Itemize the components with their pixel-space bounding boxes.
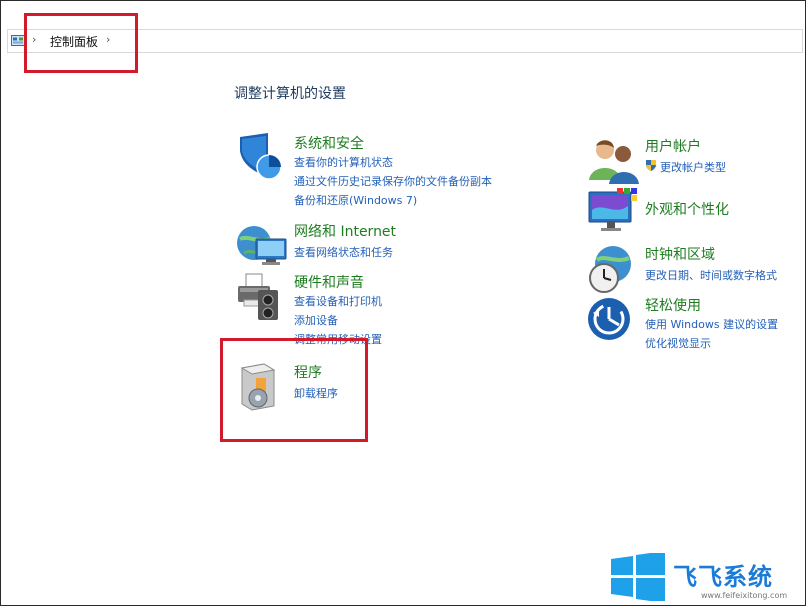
category-link[interactable]: 查看你的计算机状态 <box>294 154 393 170</box>
category-link[interactable]: 备份和还原(Windows 7) <box>294 192 417 208</box>
category-link[interactable]: 更改帐户类型 <box>660 159 726 175</box>
category-link[interactable]: 通过文件历史记录保存你的文件备份副本 <box>294 173 492 189</box>
display-palette-icon <box>588 188 637 231</box>
category-title[interactable]: 网络和 Internet <box>294 221 396 241</box>
category-title[interactable]: 系统和安全 <box>294 133 364 153</box>
shield-icon <box>240 133 282 180</box>
ease-of-access-icon <box>588 298 630 340</box>
windows-logo-icon <box>611 553 665 601</box>
category-link[interactable]: 更改日期、时间或数字格式 <box>645 267 777 283</box>
users-icon <box>589 140 639 184</box>
watermark: 飞飞系统 www.feifeixitong.com <box>609 549 805 605</box>
category-title[interactable]: 外观和个性化 <box>645 199 729 219</box>
category-title[interactable]: 轻松使用 <box>645 295 701 315</box>
category-link[interactable]: 优化视觉显示 <box>645 335 711 351</box>
category-title[interactable]: 时钟和区域 <box>645 244 715 264</box>
control-panel-icon <box>11 35 25 46</box>
highlight-box-programs <box>220 338 368 442</box>
category-title[interactable]: 硬件和声音 <box>294 272 364 292</box>
watermark-brand: 飞飞系统 <box>673 563 773 591</box>
printer-icon <box>238 273 278 320</box>
category-link[interactable]: 使用 Windows 建议的设置 <box>645 316 778 332</box>
category-title[interactable]: 用户帐户 <box>645 136 701 156</box>
category-link[interactable]: 查看网络状态和任务 <box>294 244 393 260</box>
globe-network-icon <box>237 226 287 265</box>
category-link[interactable]: 添加设备 <box>294 312 338 328</box>
clock-globe-icon <box>589 246 631 293</box>
watermark-url: www.feifeixitong.com <box>701 591 788 600</box>
highlight-box-breadcrumb <box>24 13 138 73</box>
category-link[interactable]: 查看设备和打印机 <box>294 293 382 309</box>
page-title: 调整计算机的设置 <box>234 86 346 102</box>
control-panel-window: › 控制面板 › 调整计算机的设置 系统和安全 查看你的计算机状态 通过文件历史… <box>0 0 806 606</box>
uac-shield-icon <box>646 160 656 171</box>
